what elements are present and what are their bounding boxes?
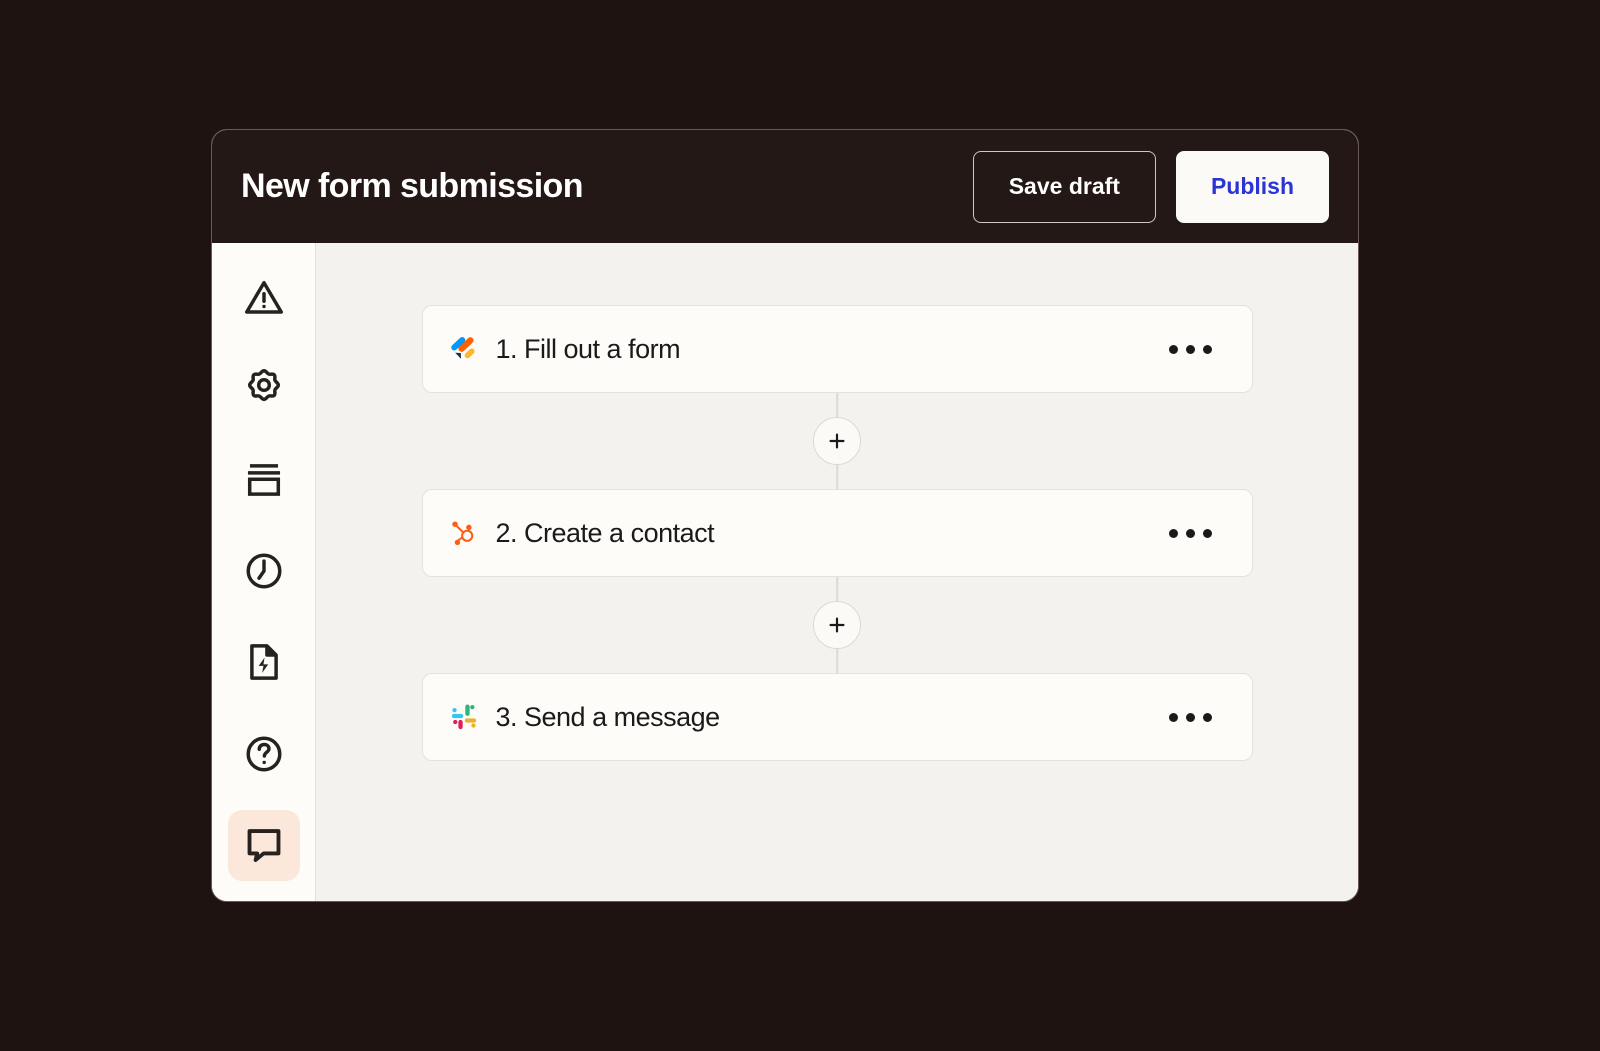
step-card-3[interactable]: 3. Send a message: [421, 673, 1253, 761]
save-draft-button[interactable]: Save draft: [972, 150, 1156, 223]
hubspot-logo-icon: [449, 518, 479, 548]
connector-1: [422, 393, 1253, 489]
sidebar-item-help[interactable]: [228, 718, 300, 789]
comment-icon: [242, 823, 286, 867]
document-lightning-icon: [242, 640, 286, 684]
title-bar: New form submission Save draft Publish: [212, 130, 1358, 243]
plus-icon: [826, 614, 848, 636]
app-body: 1. Fill out a form 2. Create a contact 3…: [212, 243, 1358, 901]
gear-icon: [242, 366, 286, 410]
sidebar-item-comments[interactable]: [227, 809, 300, 881]
jotform-logo-icon: [449, 334, 479, 364]
help-circle-icon: [242, 732, 286, 776]
app-window: New form submission Save draft Publish 1…: [211, 129, 1359, 902]
step-card-2[interactable]: 2. Create a contact: [421, 489, 1253, 577]
plus-icon: [826, 430, 848, 452]
step-card-1[interactable]: 1. Fill out a form: [421, 305, 1253, 393]
slack-logo-icon: [449, 702, 479, 732]
step-label-3: 3. Send a message: [495, 701, 721, 732]
sidebar-item-runs[interactable]: [228, 627, 300, 698]
step-3-more-options-icon[interactable]: [1167, 703, 1214, 732]
add-step-button-2[interactable]: [813, 601, 861, 649]
step-label-1: 1. Fill out a form: [495, 333, 681, 364]
workflow-canvas: 1. Fill out a form 2. Create a contact 3…: [316, 243, 1358, 901]
publish-button[interactable]: Publish: [1175, 150, 1329, 223]
sidebar: [212, 243, 316, 901]
sidebar-item-history[interactable]: [228, 535, 300, 606]
step-label-2: 2. Create a contact: [495, 517, 715, 548]
clock-icon: [242, 549, 286, 593]
sidebar-item-settings[interactable]: [228, 352, 300, 423]
connector-2: [422, 577, 1253, 673]
screen-background: New form submission Save draft Publish 1…: [0, 0, 1600, 1051]
step-1-more-options-icon[interactable]: [1167, 335, 1214, 364]
add-step-button-1[interactable]: [813, 417, 861, 465]
layers-icon: [242, 458, 286, 502]
page-title: New form submission: [241, 167, 583, 205]
workflow-steps: 1. Fill out a form 2. Create a contact 3…: [421, 305, 1253, 761]
save-draft-label: Save draft: [1008, 173, 1120, 199]
sidebar-item-versions[interactable]: [228, 444, 300, 515]
title-bar-actions: Save draft Publish: [972, 150, 1329, 223]
warning-triangle-icon: [242, 275, 286, 319]
step-2-more-options-icon[interactable]: [1167, 519, 1214, 548]
sidebar-item-issues[interactable]: [228, 261, 300, 332]
publish-label: Publish: [1210, 173, 1294, 199]
